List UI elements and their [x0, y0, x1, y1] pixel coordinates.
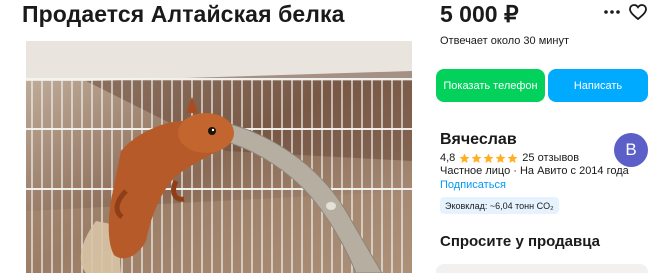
- ask-seller-title: Спросите у продавца: [440, 233, 600, 250]
- write-message-button[interactable]: Написать: [548, 69, 648, 102]
- ask-seller-input[interactable]: [436, 264, 648, 273]
- show-phone-button[interactable]: Показать телефон: [436, 69, 545, 102]
- reviews-link[interactable]: 25 отзывов: [522, 152, 579, 164]
- avatar[interactable]: В: [614, 133, 648, 167]
- rating-stars: [459, 153, 519, 164]
- price: 5 000 ₽: [440, 1, 519, 27]
- eco-contribution-badge[interactable]: Эковклад: ~6,04 тонн CO₂: [440, 197, 559, 214]
- star-icon: [471, 153, 482, 163]
- seller-type: Частное лицо · На Авито с 2014 года: [440, 165, 629, 177]
- heart-icon[interactable]: [626, 0, 650, 24]
- star-icon: [495, 153, 506, 163]
- squirrel-photo-image: [26, 41, 412, 273]
- star-icon: [459, 153, 470, 163]
- listing-photo[interactable]: [26, 41, 412, 273]
- seller-rating[interactable]: 4,8 25 отзывов: [440, 151, 579, 165]
- rating-value: 4,8: [440, 152, 456, 164]
- subscribe-link[interactable]: Подписаться: [440, 179, 506, 191]
- more-dots-icon[interactable]: [600, 0, 624, 24]
- listing-title: Продается Алтайская белка: [22, 1, 345, 27]
- response-time: Отвечает около 30 минут: [440, 35, 570, 47]
- star-icon: [507, 153, 518, 163]
- seller-name[interactable]: Вячеслав: [440, 131, 517, 149]
- star-icon: [483, 153, 494, 163]
